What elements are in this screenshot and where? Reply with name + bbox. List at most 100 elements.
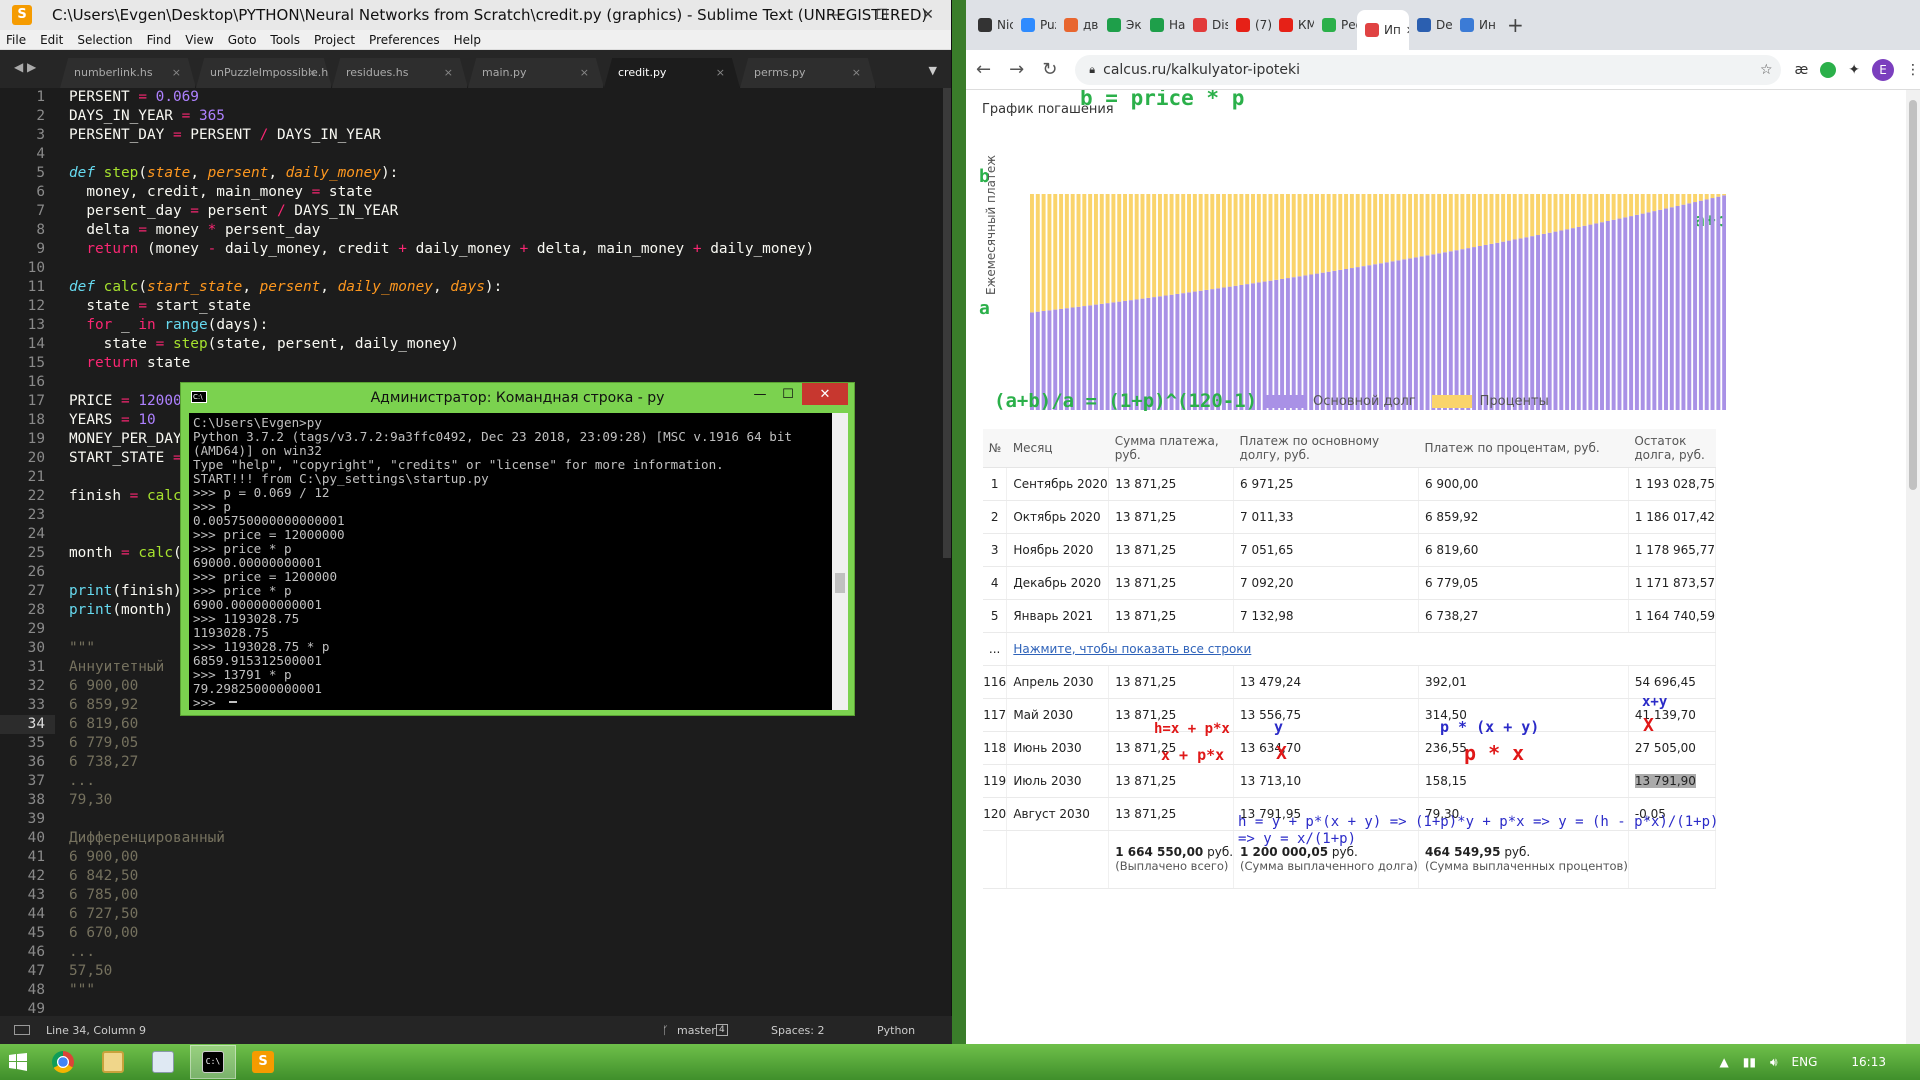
bar-principal[interactable]	[1280, 278, 1285, 410]
taskbar-notepad[interactable]	[140, 1045, 186, 1079]
bar-principal[interactable]	[1541, 233, 1546, 410]
browser-tab[interactable]: Nice	[970, 8, 1013, 42]
bar-interest[interactable]	[1646, 194, 1651, 213]
bar-principal[interactable]	[1576, 226, 1581, 410]
bar-principal[interactable]	[1640, 213, 1645, 410]
bar-principal[interactable]	[1704, 199, 1709, 410]
language-indicator[interactable]: ENG	[1792, 1055, 1818, 1069]
panel-toggle-icon[interactable]	[14, 1025, 30, 1035]
bar-interest[interactable]	[1047, 194, 1052, 311]
bar-principal[interactable]	[1268, 280, 1273, 410]
bar-principal[interactable]	[1332, 270, 1337, 410]
bar-interest[interactable]	[1233, 194, 1238, 286]
bar-interest[interactable]	[1146, 194, 1151, 298]
bar-interest[interactable]	[1623, 194, 1628, 218]
bar-principal[interactable]	[1442, 252, 1447, 410]
indentation-setting[interactable]: Spaces: 2	[771, 1024, 824, 1037]
bar-interest[interactable]	[1245, 194, 1250, 285]
bar-principal[interactable]	[1605, 220, 1610, 410]
bar-interest[interactable]	[1064, 194, 1069, 309]
bar-interest[interactable]	[1454, 194, 1459, 251]
bar-principal[interactable]	[1454, 250, 1459, 410]
page-scrollbar-thumb[interactable]	[1909, 100, 1917, 490]
bar-principal[interactable]	[1669, 207, 1674, 410]
bar-interest[interactable]	[1326, 194, 1331, 272]
bar-interest[interactable]	[1285, 194, 1290, 279]
bar-interest[interactable]	[1442, 194, 1447, 253]
bar-interest[interactable]	[1268, 194, 1273, 281]
clock[interactable]: 16:13	[1851, 1055, 1886, 1069]
bar-interest[interactable]	[1332, 194, 1337, 271]
bar-interest[interactable]	[1460, 194, 1465, 250]
taskbar-chrome[interactable]	[40, 1045, 86, 1079]
bar-interest[interactable]	[1600, 194, 1604, 223]
menu-item-project[interactable]: Project	[314, 33, 355, 47]
avatar[interactable]: E	[1872, 58, 1894, 81]
bar-principal[interactable]	[1262, 281, 1267, 410]
bar-principal[interactable]	[1611, 219, 1616, 410]
bar-interest[interactable]	[1634, 194, 1639, 215]
bar-principal[interactable]	[1419, 256, 1424, 410]
bar-interest[interactable]	[1570, 194, 1575, 229]
bar-interest[interactable]	[1472, 194, 1477, 248]
bar-interest[interactable]	[1355, 194, 1360, 268]
bar-interest[interactable]	[1303, 194, 1308, 276]
bar-interest[interactable]	[1123, 194, 1128, 301]
close-button[interactable]: ✕	[905, 0, 951, 30]
bar-interest[interactable]	[1431, 194, 1436, 255]
bar-interest[interactable]	[1210, 194, 1215, 290]
cmd-maximize-button[interactable]: ☐	[774, 383, 802, 405]
bar-interest[interactable]	[1658, 194, 1663, 210]
bar-interest[interactable]	[1152, 194, 1157, 298]
bar-interest[interactable]	[1367, 194, 1372, 266]
network-icon[interactable]: ▮▮	[1743, 1055, 1756, 1069]
bar-interest[interactable]	[1402, 194, 1407, 260]
bar-principal[interactable]	[1617, 218, 1622, 410]
bar-principal[interactable]	[1547, 232, 1552, 410]
bar-interest[interactable]	[1035, 194, 1040, 312]
bar-principal[interactable]	[1570, 228, 1575, 410]
bar-interest[interactable]	[1157, 194, 1162, 297]
bar-principal[interactable]	[1338, 269, 1343, 410]
bar-principal[interactable]	[1390, 261, 1395, 410]
bar-principal[interactable]	[1664, 208, 1668, 410]
extensions-puzzle-icon[interactable]: ✦	[1848, 62, 1860, 78]
bar-principal[interactable]	[1658, 209, 1663, 410]
bar-interest[interactable]	[1291, 194, 1296, 278]
menu-item-selection[interactable]: Selection	[77, 33, 132, 47]
bar-interest[interactable]	[1477, 194, 1482, 247]
bar-interest[interactable]	[1239, 194, 1244, 285]
editor-tab[interactable]: credit.py ×	[604, 58, 740, 88]
bar-interest[interactable]	[1361, 194, 1366, 267]
browser-tab[interactable]: КМБ	[1271, 8, 1314, 42]
bar-principal[interactable]	[1588, 224, 1593, 410]
bar-interest[interactable]	[1518, 194, 1523, 239]
bar-interest[interactable]	[1187, 194, 1192, 293]
bar-principal[interactable]	[1309, 274, 1314, 410]
tab-close-icon[interactable]: ×	[444, 66, 453, 79]
bar-interest[interactable]	[1082, 194, 1087, 307]
reload-icon[interactable]: ↻	[1042, 59, 1057, 80]
menu-dots-icon[interactable]: ⋮	[1906, 62, 1920, 78]
bar-interest[interactable]	[1536, 194, 1541, 236]
bar-interest[interactable]	[1163, 194, 1168, 296]
bar-interest[interactable]	[1344, 194, 1349, 269]
bar-interest[interactable]	[1722, 194, 1726, 196]
bar-interest[interactable]	[1256, 194, 1261, 283]
lock-icon[interactable]: 🔒︎	[1089, 63, 1095, 77]
bar-interest[interactable]	[1309, 194, 1314, 275]
bar-interest[interactable]	[1093, 194, 1098, 305]
cmd-close-button[interactable]: ✕	[802, 383, 848, 405]
menu-item-file[interactable]: File	[6, 33, 26, 47]
show-all-link[interactable]: Нажмите, чтобы показать все строки	[1013, 642, 1251, 656]
bar-interest[interactable]	[1175, 194, 1180, 294]
legend-interest[interactable]: Проценты	[1480, 394, 1549, 409]
cmd-console[interactable]: C:\Users\Evgen>py Python 3.7.2 (tags/v3.7…	[189, 413, 848, 710]
bar-interest[interactable]	[1547, 194, 1552, 233]
windows-start-icon[interactable]	[0, 1044, 36, 1080]
tray-chevron-icon[interactable]: ▲	[1720, 1055, 1729, 1069]
browser-tab[interactable]: Dee	[1409, 8, 1452, 42]
bar-interest[interactable]	[1617, 194, 1622, 219]
bar-principal[interactable]	[1634, 214, 1639, 410]
bar-interest[interactable]	[1349, 194, 1354, 269]
